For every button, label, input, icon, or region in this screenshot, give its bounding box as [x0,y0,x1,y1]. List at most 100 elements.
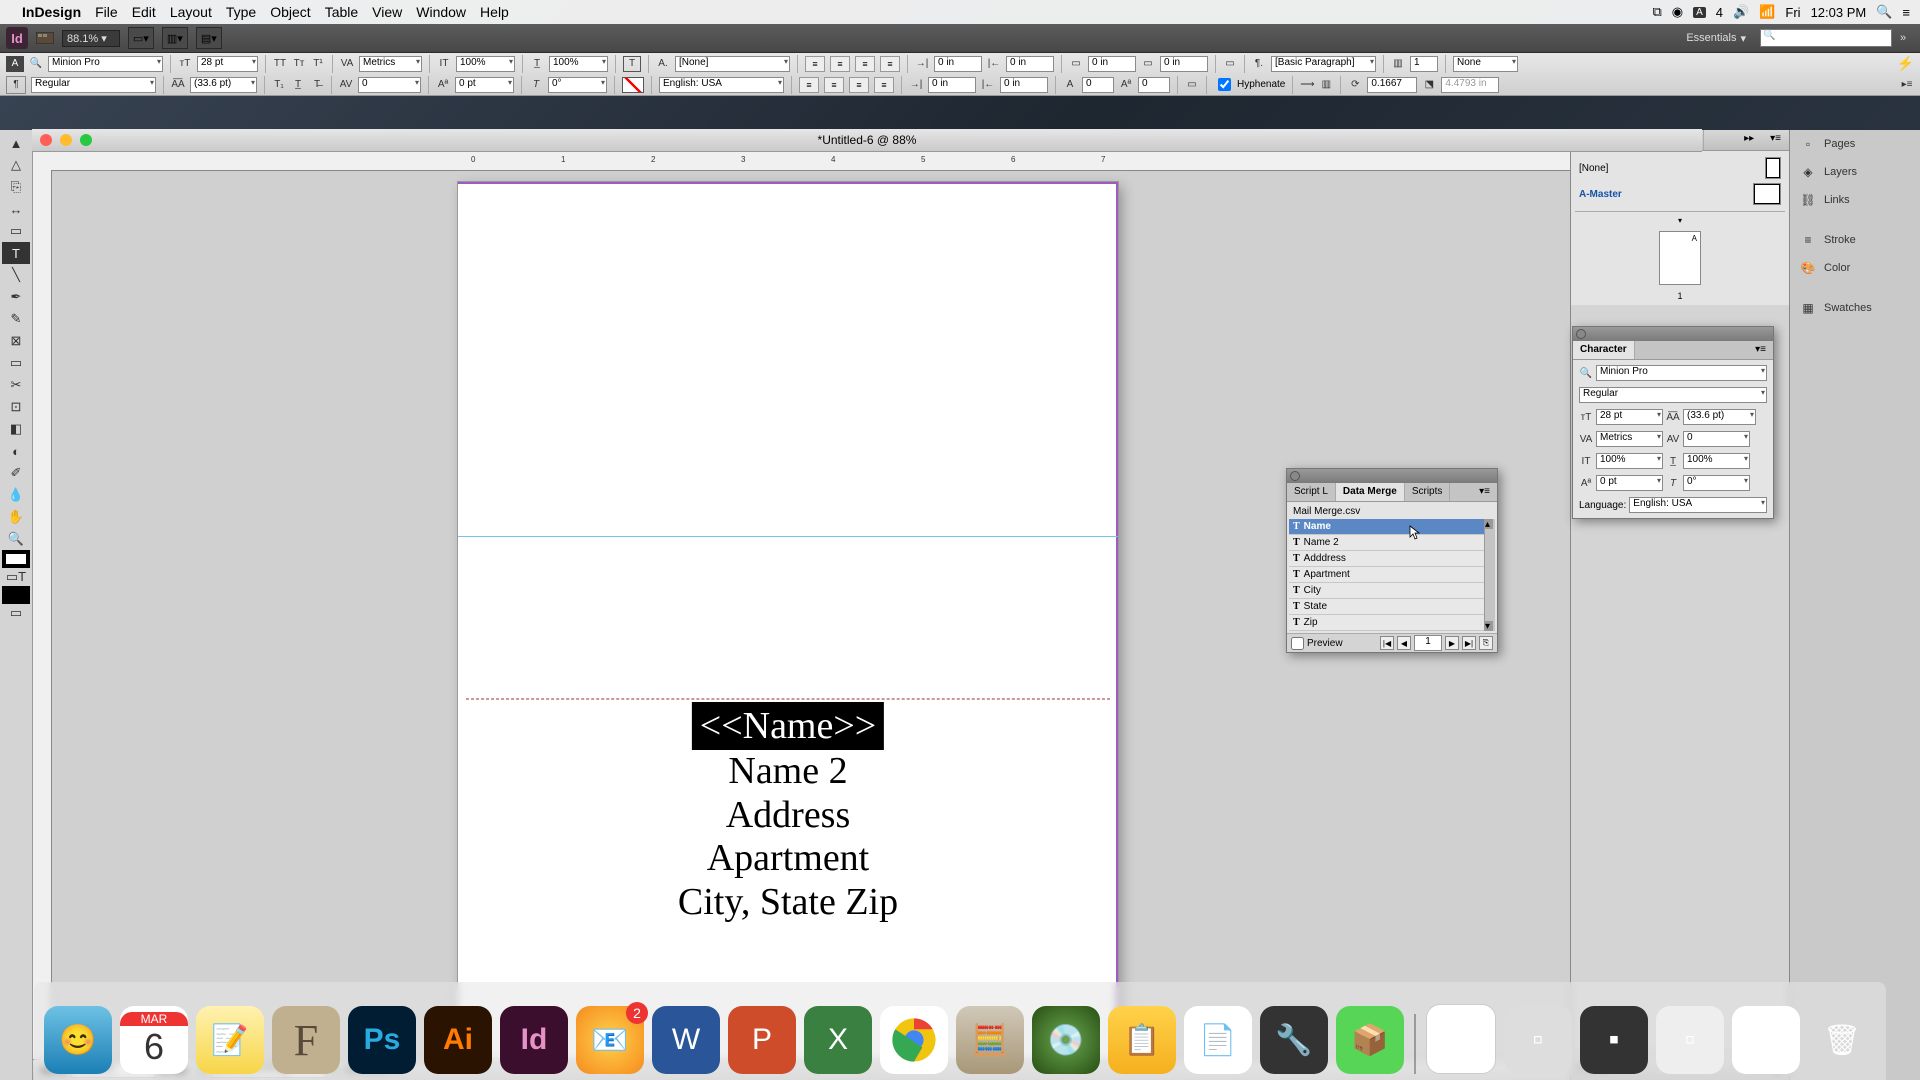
char-leading[interactable]: (33.6 pt) [1683,409,1756,425]
dock-min-4[interactable]: ▫ [1656,1006,1724,1074]
type-tool[interactable]: T [2,242,30,264]
screen-mode[interactable]: ▭ [2,604,30,622]
dm-scrollbar[interactable]: ▴▾ [1484,519,1495,631]
field-name[interactable]: TNameA [1289,519,1495,535]
tracking-field[interactable]: 0 [358,77,421,93]
leading-field[interactable]: (33.6 pt) [190,77,257,93]
dock-indesign[interactable]: Id [500,1006,568,1074]
merge-text-frame[interactable]: <<Name>> Name 2 Address Apartment City, … [678,702,898,925]
hscale-field[interactable]: 100% [549,56,608,72]
dock-calculator[interactable]: 🧮 [956,1006,1024,1074]
font-family-field[interactable]: Minion Pro [48,56,163,72]
panel-close-icon[interactable] [1290,471,1300,481]
rectangle-tool[interactable]: ▭ [2,352,30,374]
panel-menu-icon[interactable]: ▾≡ [1762,130,1789,150]
dock-notes[interactable]: 📝 [196,1006,264,1074]
dock-illustrator[interactable]: Ai [424,1006,492,1074]
dock-calendar[interactable]: MAR6 [120,1006,188,1074]
field-state[interactable]: TState [1289,599,1495,615]
line-tool[interactable]: ╲ [2,264,30,286]
adobe-icon[interactable]: A [1693,7,1706,18]
help-search[interactable] [1760,29,1892,47]
pencil-tool[interactable]: ✎ [2,308,30,330]
align-right[interactable]: ≡ [855,56,875,72]
char-font[interactable]: Minion Pro [1596,365,1767,381]
smallcaps-icon[interactable]: Tᴛ [292,57,306,71]
app-name[interactable]: InDesign [22,4,81,20]
create-merged-doc[interactable]: ⎘ [1479,636,1493,650]
vscale-field[interactable]: 100% [456,56,515,72]
dock-archive[interactable]: 📦 [1336,1006,1404,1074]
horizontal-ruler[interactable]: 01234567 [51,152,1570,171]
nav-prev[interactable]: ◀ [1397,636,1411,650]
workspace-switcher[interactable]: Essentials ▾ [1686,32,1746,45]
free-transform-tool[interactable]: ⊡ [2,396,30,418]
menu-layout[interactable]: Layout [170,4,212,20]
strip-swatches[interactable]: ▦Swatches [1790,294,1920,322]
close-window[interactable] [40,134,52,146]
dock-scanner[interactable]: 🔧 [1260,1006,1328,1074]
view-options-1[interactable]: ▭▾ [128,27,154,49]
hyphenate-checkbox[interactable]: Hyphenate [1214,75,1285,94]
strike-icon[interactable]: T̶ [310,78,324,92]
strip-color[interactable]: 🎨Color [1790,254,1920,282]
char-panel-close[interactable] [1576,329,1586,339]
strip-pages[interactable]: ▫Pages [1790,130,1920,158]
subscript-icon[interactable]: T₁ [272,78,286,92]
char-hscale[interactable]: 100% [1683,453,1750,469]
notification-center-icon[interactable]: ≡ [1902,5,1910,20]
underline-icon[interactable]: T̲ [291,78,305,92]
tab-scripts[interactable]: Scripts [1405,483,1451,501]
panel-collapse-icon[interactable]: ▸▸ [1736,130,1762,150]
last-indent-field[interactable]: 0 in [1000,77,1048,93]
field-apartment[interactable]: TApartment [1289,567,1495,583]
page-tool[interactable]: ⎘ [2,176,30,198]
caps-icon[interactable]: TT [273,57,287,71]
strip-layers[interactable]: ◈Layers [1790,158,1920,186]
dock-fontbook[interactable]: F [272,1006,340,1074]
columns-field[interactable]: 1 [1410,56,1438,72]
right-indent-field[interactable]: 0 in [928,77,976,93]
char-style[interactable]: Regular [1579,387,1767,403]
menu-window[interactable]: Window [416,4,466,20]
wifi-icon[interactable]: 📶 [1759,4,1775,20]
dock-powerpoint[interactable]: P [728,1006,796,1074]
rectangle-frame-tool[interactable]: ⊠ [2,330,30,352]
justify-all[interactable]: ≡ [874,77,894,93]
expand-icon[interactable]: » [1900,32,1914,44]
char-kerning[interactable]: Metrics [1596,431,1663,447]
tab-data-merge[interactable]: Data Merge [1336,483,1405,501]
dock-trash[interactable]: 🗑 [1808,1006,1876,1074]
justify-center[interactable]: ≡ [824,77,844,93]
page-spread[interactable]: <<Name>> Name 2 Address Apartment City, … [458,182,1118,1080]
strip-links[interactable]: ⛓Links [1790,186,1920,214]
fill-box[interactable]: T [623,56,641,72]
zoom-select[interactable]: 88.1% ▾ [62,30,120,47]
zoom-window[interactable] [80,134,92,146]
char-baseline[interactable]: 0 pt [1596,475,1663,491]
char-skew[interactable]: 0° [1683,475,1750,491]
dock-min-3[interactable]: ▪ [1580,1006,1648,1074]
view-options-2[interactable]: ▥▾ [162,27,188,49]
char-style-field[interactable]: [None] [675,56,790,72]
character-panel[interactable]: Character▾≡ 🔍Minion Pro Regular тТ28 pt … [1572,326,1774,519]
vertical-ruler[interactable] [33,170,52,1060]
first-indent-field[interactable]: 0 in [1006,56,1054,72]
left-indent-field[interactable]: 0 in [934,56,982,72]
dock-min-1[interactable]: ▫ [1426,1004,1496,1074]
gap-tool[interactable]: ↔ [2,198,30,220]
nav-last[interactable]: ▶| [1462,636,1476,650]
field-city[interactable]: TCity [1289,583,1495,599]
space-before-field[interactable]: 0 in [1088,56,1136,72]
menu-object[interactable]: Object [270,4,310,20]
apply-color[interactable] [2,586,30,604]
field-name2[interactable]: TName 2 [1289,535,1495,551]
selection-tool[interactable]: ▲ [2,132,30,154]
menu-edit[interactable]: Edit [132,4,156,20]
stroke-box[interactable] [622,77,644,93]
content-collector-tool[interactable]: ▭ [2,220,30,242]
justify-right[interactable]: ≡ [849,77,869,93]
hand-tool[interactable]: ✋ [2,506,30,528]
spotlight-icon[interactable]: 🔍 [1876,4,1892,20]
dock-stickies[interactable]: 📋 [1108,1006,1176,1074]
